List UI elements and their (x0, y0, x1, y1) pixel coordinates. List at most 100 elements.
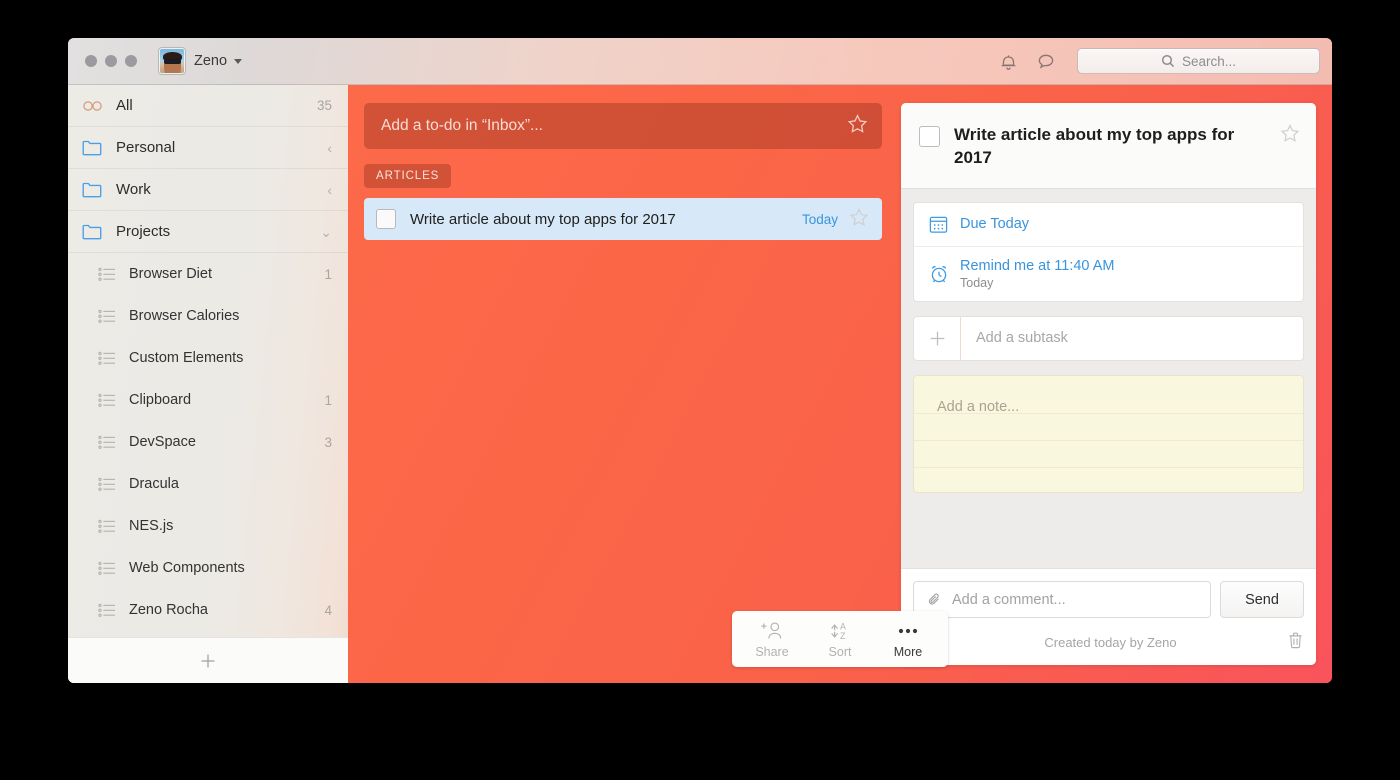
avatar (159, 48, 185, 74)
task-list: Write article about my top apps for 2017… (364, 198, 882, 240)
sidebar-item-clipboard[interactable]: Clipboard 1 (68, 379, 348, 421)
sidebar-item-nes-js[interactable]: NES.js (68, 505, 348, 547)
task-row[interactable]: Write article about my top apps for 2017… (364, 198, 882, 240)
sidebar-item-web-components[interactable]: Web Components (68, 547, 348, 589)
minimize-button[interactable] (105, 55, 117, 67)
task-title: Write article about my top apps for 2017 (410, 211, 802, 228)
sidebar-list[interactable]: All 35 Personal ‹ Work ‹ Projects ⌄ Browser … (68, 85, 348, 637)
main-content: Add a to-do in “Inbox”... ARTICLES Write… (348, 85, 1332, 683)
sidebar-item-label: Browser Diet (129, 266, 212, 282)
window-body: All 35 Personal ‹ Work ‹ Projects ⌄ Browser … (68, 85, 1332, 683)
send-button[interactable]: Send (1220, 581, 1304, 618)
chevron-down-icon[interactable]: ⌄ (320, 225, 332, 239)
sidebar-item-label: DevSpace (129, 434, 196, 450)
chevron-left-icon[interactable]: ‹ (327, 183, 332, 197)
folder-icon (82, 181, 104, 198)
alarm-clock-icon (928, 263, 960, 285)
sidebar-item-browser-calories[interactable]: Browser Calories (68, 295, 348, 337)
search-icon (1161, 54, 1175, 68)
user-menu[interactable]: Zeno (159, 48, 242, 74)
sidebar-item-count: 35 (317, 98, 332, 113)
search-input[interactable]: Search... (1077, 48, 1320, 74)
share-button[interactable]: Share (738, 620, 806, 659)
sidebar-item-all[interactable]: All 35 (68, 85, 348, 127)
sidebar-item-dracula[interactable]: Dracula (68, 463, 348, 505)
star-icon[interactable] (847, 113, 868, 139)
sidebar-item-label: NES.js (129, 518, 173, 534)
comment-input[interactable]: Add a comment... (913, 581, 1211, 618)
add-person-icon (760, 620, 784, 642)
created-text: Created today by Zeno (934, 635, 1287, 650)
list-icon (98, 351, 118, 366)
sidebar-item-custom-elements[interactable]: Custom Elements (68, 337, 348, 379)
plus-icon[interactable] (914, 317, 961, 360)
toolbar-button-label: More (894, 645, 922, 659)
sidebar: All 35 Personal ‹ Work ‹ Projects ⌄ Browser … (68, 85, 348, 683)
sidebar-item-label: Zeno Rocha (129, 602, 208, 618)
sidebar-item-label: Work (116, 181, 151, 198)
more-button[interactable]: More (874, 620, 942, 659)
username-label: Zeno (194, 53, 227, 69)
sidebar-item-count: 4 (324, 603, 332, 618)
sidebar-item-count: 3 (324, 435, 332, 450)
chat-icon[interactable] (1027, 42, 1065, 80)
floating-toolbar: Share AZ Sort More (732, 611, 948, 667)
add-todo-input[interactable]: Add a to-do in “Inbox”... (364, 103, 882, 149)
sidebar-item-label: All (116, 97, 133, 114)
comment-row: Add a comment... Send (913, 581, 1304, 618)
star-icon[interactable] (849, 207, 869, 232)
due-date-label: Due Today (960, 216, 1029, 232)
sidebar-item-work[interactable]: Work ‹ (68, 169, 348, 211)
due-date-row[interactable]: Due Today (914, 203, 1303, 246)
note-field[interactable]: Add a note... (913, 375, 1304, 493)
note-placeholder: Add a note... (937, 399, 1019, 415)
task-due-label: Today (802, 212, 838, 227)
star-icon[interactable] (1280, 123, 1300, 148)
detail-footer-meta: Created today by Zeno (913, 627, 1304, 657)
list-icon (98, 267, 118, 282)
sidebar-item-label: Dracula (129, 476, 179, 492)
ellipsis-icon (896, 620, 920, 642)
task-checkbox[interactable] (376, 209, 396, 229)
chevron-down-icon (234, 59, 242, 64)
subtask-placeholder[interactable]: Add a subtask (961, 317, 1068, 360)
list-icon (98, 603, 118, 618)
detail-complete-checkbox[interactable] (919, 126, 940, 147)
sidebar-item-label: Clipboard (129, 392, 191, 408)
sidebar-item-devspace[interactable]: DevSpace 3 (68, 421, 348, 463)
paperclip-icon[interactable] (926, 591, 943, 608)
sort-button[interactable]: AZ Sort (806, 620, 874, 659)
sidebar-item-label: Personal (116, 139, 175, 156)
search-placeholder: Search... (1182, 54, 1236, 69)
sidebar-item-personal[interactable]: Personal ‹ (68, 127, 348, 169)
group-label[interactable]: ARTICLES (364, 164, 451, 188)
zoom-button[interactable] (125, 55, 137, 67)
close-button[interactable] (85, 55, 97, 67)
window-controls[interactable] (85, 55, 137, 67)
calendar-icon (928, 214, 960, 235)
sidebar-item-count: 1 (324, 393, 332, 408)
task-detail-panel: Write article about my top apps for 2017 (901, 103, 1316, 665)
title-bar-actions: Search... (989, 42, 1332, 80)
trash-icon[interactable] (1287, 630, 1304, 654)
list-icon (98, 393, 118, 408)
comment-placeholder: Add a comment... (952, 592, 1066, 608)
sidebar-item-label: Projects (116, 223, 170, 240)
list-icon (98, 309, 118, 324)
add-subtask-row[interactable]: Add a subtask (913, 316, 1304, 361)
add-list-button[interactable] (68, 637, 348, 683)
toolbar-button-label: Share (755, 645, 788, 659)
sidebar-item-zeno-rocha[interactable]: Zeno Rocha 4 (68, 589, 348, 631)
bell-icon[interactable] (989, 42, 1027, 80)
sidebar-item-label: Custom Elements (129, 350, 243, 366)
detail-title[interactable]: Write article about my top apps for 2017 (954, 123, 1280, 170)
sidebar-item-browser-diet[interactable]: Browser Diet 1 (68, 253, 348, 295)
sidebar-item-count: 1 (324, 267, 332, 282)
reminder-label: Remind me at 11:40 AM (960, 258, 1114, 274)
reminder-row[interactable]: Remind me at 11:40 AM Today (914, 246, 1303, 301)
sidebar-item-projects[interactable]: Projects ⌄ (68, 211, 348, 253)
list-icon (98, 435, 118, 450)
list-icon (98, 519, 118, 534)
chevron-left-icon[interactable]: ‹ (327, 141, 332, 155)
sidebar-item-label: Browser Calories (129, 308, 239, 324)
